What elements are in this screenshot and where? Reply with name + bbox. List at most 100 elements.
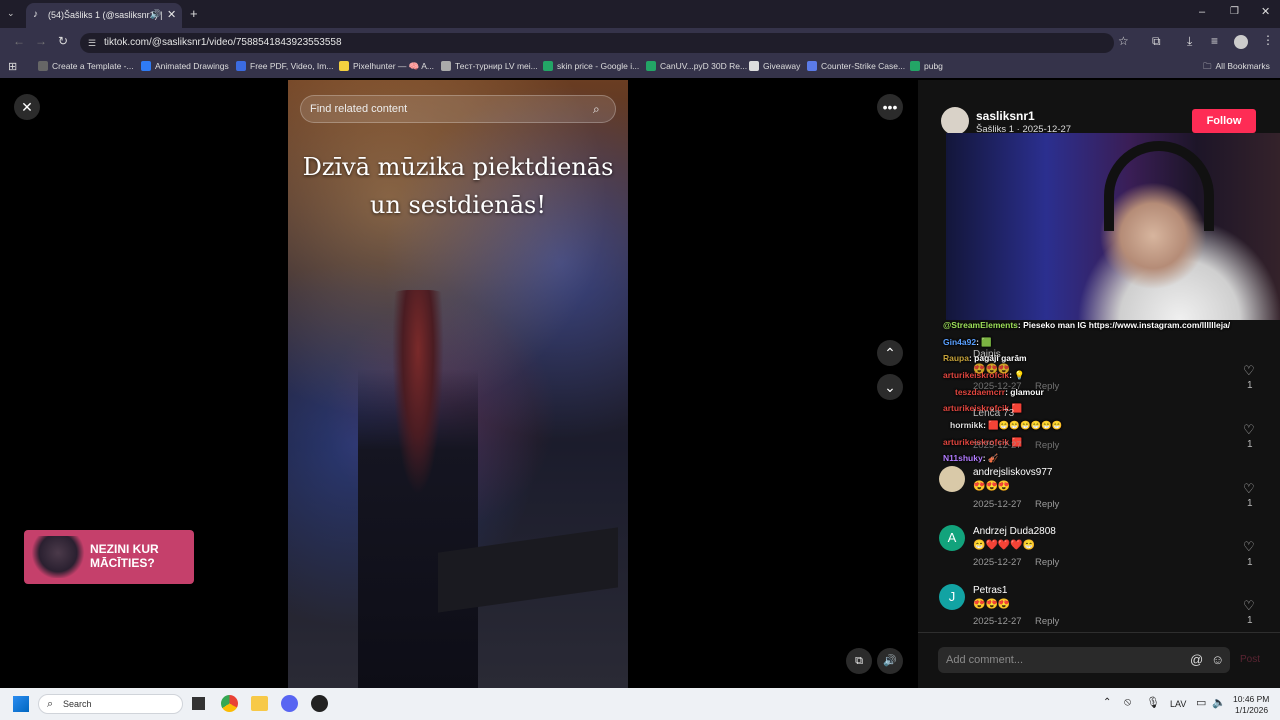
related-search-input[interactable]: Find related content ⌕ [300,95,616,123]
previous-video-icon[interactable]: ⌃ [877,340,903,366]
bookmark-item[interactable]: Free PDF, Video, Im... [236,61,333,71]
language-indicator[interactable]: LAV [1170,699,1186,709]
file-explorer-icon[interactable] [251,696,268,711]
comment-author[interactable]: Lenča 73 [973,408,1014,419]
site-info-icon[interactable]: ☰ [88,33,96,53]
bookmark-item[interactable]: skin price - Google i... [543,61,639,71]
mascot-icon [30,536,86,578]
author-username[interactable]: sasliksnr1 [976,109,1035,123]
bookmark-favicon-icon [749,61,759,71]
tab-list-icon[interactable]: ⌄ [7,8,15,19]
like-icon[interactable]: ♡ [1243,481,1255,497]
promo-text: NEZINI KUR MĀCĪTIES? [90,542,159,570]
comment-author[interactable]: Dainis [973,349,1001,360]
clock-time[interactable]: 10:46 PM [1233,694,1269,704]
network-icon[interactable]: ⦸ [1124,696,1131,709]
minimize-icon[interactable]: – [1199,6,1205,18]
restore-icon[interactable]: ❐ [1230,6,1239,17]
new-tab-icon[interactable]: + [190,6,198,21]
bookmark-favicon-icon [141,61,151,71]
chat-text: : 💡 [1009,370,1025,380]
like-count: 1 [1247,498,1253,509]
folder-icon: 🗀 [1203,61,1212,71]
tab-audio-icon[interactable]: 🔊 [150,9,161,20]
profile-avatar[interactable] [1234,35,1248,49]
volume-icon[interactable]: 🔊 [877,648,903,674]
windows-start-icon[interactable] [13,696,29,712]
chat-text: : 🟩 [976,337,992,347]
app-taskbar-icon[interactable] [311,695,328,712]
mention-icon[interactable]: @ [1190,647,1203,673]
reload-icon[interactable]: ↻ [58,34,68,48]
media-control-icon[interactable]: ≡ [1211,34,1218,48]
comment-date: 2025-12-27 [973,440,1022,451]
like-count: 1 [1247,557,1253,568]
back-icon[interactable]: ← [13,34,25,48]
task-view-icon[interactable] [192,697,205,710]
next-video-icon[interactable]: ⌄ [877,374,903,400]
comment-author[interactable]: Petras1 [973,585,1007,596]
reply-link[interactable]: Reply [1035,440,1059,451]
discord-taskbar-icon[interactable] [281,695,298,712]
bookmark-star-icon[interactable]: ☆ [1118,34,1129,48]
like-icon[interactable]: ♡ [1243,539,1255,555]
bookmark-item[interactable]: Animated Drawings [141,61,229,71]
bookmark-item[interactable]: Pixelhunter — 🧠 A... [339,61,434,72]
url-text: tiktok.com/@sasliksnr1/video/75885418439… [104,37,342,48]
commenter-avatar[interactable] [939,466,965,492]
comment-date: 2025-12-27 [973,381,1022,392]
bookmark-item[interactable]: pubg [910,61,943,71]
comment-author[interactable]: Andrzej Duda2808 [973,526,1056,537]
reply-link[interactable]: Reply [1035,499,1059,510]
bookmark-item[interactable]: Giveaway [749,61,800,71]
picture-in-picture-icon[interactable]: ⧉ [846,648,872,674]
extensions-icon[interactable]: ⧉ [1152,34,1161,49]
comment-date: 2025-12-27 [973,499,1022,510]
downloads-icon[interactable]: ⤓ [1187,34,1192,49]
promo-banner[interactable]: NEZINI KUR MĀCĪTIES? [24,530,194,584]
browser-tab-strip: ⌄ ♪ (54)Šašliks 1 (@sasliksnr1) | 🔊 ✕ + … [0,0,1280,28]
more-options-icon[interactable]: ••• [877,94,903,120]
reply-link[interactable]: Reply [1035,557,1059,568]
reply-link[interactable]: Reply [1035,616,1059,627]
tab-close-icon[interactable]: ✕ [167,8,176,21]
taskbar-search-input[interactable]: ⌕ Search [38,694,183,714]
tray-chevron-icon[interactable]: ⌃ [1103,697,1111,708]
bookmark-item[interactable]: Create a Template -... [38,61,134,71]
chrome-taskbar-icon[interactable] [221,695,238,712]
clock-date[interactable]: 1/1/2026 [1235,705,1268,715]
apps-icon[interactable]: ⊞ [8,60,17,73]
follow-button[interactable]: Follow [1192,109,1256,133]
comment-author[interactable]: andrejsliskovs977 [973,467,1053,478]
volume-tray-icon[interactable]: 🔈 [1212,696,1226,709]
url-bar[interactable]: ☰ tiktok.com/@sasliksnr1/video/758854184… [80,33,1114,53]
search-icon[interactable]: ⌕ [593,96,600,122]
close-video-icon[interactable]: ✕ [14,94,40,120]
like-icon[interactable]: ♡ [1243,363,1255,379]
bookmark-item[interactable]: Counter-Strike Case... [807,61,905,71]
display-icon[interactable]: ▭ [1196,696,1206,709]
like-count: 1 [1247,439,1253,450]
commenter-avatar[interactable]: J [939,584,965,610]
emoji-icon[interactable]: ☺ [1211,647,1224,673]
bookmark-item[interactable]: Тест-турнир LV mei... [441,61,538,71]
microphone-icon[interactable]: 🎙 [1146,696,1160,709]
like-icon[interactable]: ♡ [1243,422,1255,438]
like-icon[interactable]: ♡ [1243,598,1255,614]
reply-link[interactable]: Reply [1035,381,1059,392]
all-bookmarks[interactable]: 🗀 All Bookmarks [1203,61,1270,75]
browser-tab[interactable]: ♪ (54)Šašliks 1 (@sasliksnr1) | 🔊 ✕ [26,3,182,28]
close-window-icon[interactable]: ✕ [1261,5,1270,18]
like-count: 1 [1247,615,1253,626]
taskbar-search-label: Search [63,699,92,709]
author-avatar[interactable] [941,107,969,135]
bookmark-item[interactable]: CanUV...pyD 30D Re... [646,61,747,71]
forward-icon[interactable]: → [35,34,47,48]
commenter-avatar[interactable]: A [939,525,965,551]
post-button[interactable]: Post [1240,654,1260,665]
webcam-overlay [946,133,1280,320]
tiktok-icon: ♪ [33,9,38,20]
comment-input[interactable]: Add comment... @ ☺ [938,647,1230,673]
headphones-shape [1104,141,1214,231]
browser-menu-icon[interactable]: ⋮ [1262,33,1274,47]
